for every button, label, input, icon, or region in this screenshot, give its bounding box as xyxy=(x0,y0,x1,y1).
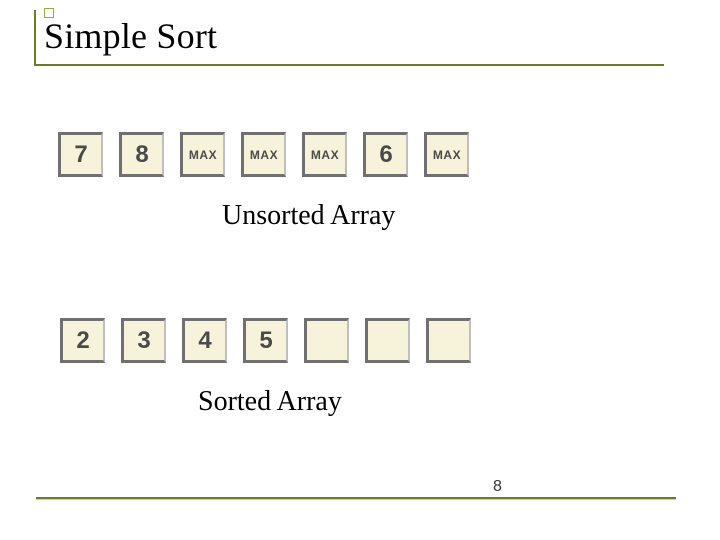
unsorted-caption: Unsorted Array xyxy=(222,200,395,232)
sorted-cell: 5 xyxy=(243,318,288,363)
sorted-cell-empty xyxy=(426,318,471,363)
unsorted-cell-max: MAX xyxy=(424,132,469,177)
sorted-cell: 2 xyxy=(60,318,105,363)
sorted-cell-empty xyxy=(304,318,349,363)
unsorted-cell: 8 xyxy=(119,132,164,177)
unsorted-cell: 7 xyxy=(58,132,103,177)
unsorted-cell-max: MAX xyxy=(241,132,286,177)
slide-title: Simple Sort xyxy=(44,14,217,58)
unsorted-cell-max: MAX xyxy=(180,132,225,177)
title-rule-vertical xyxy=(34,10,36,64)
unsorted-array-row: 7 8 MAX MAX MAX 6 MAX xyxy=(58,132,469,177)
sorted-cell: 3 xyxy=(121,318,166,363)
page-number: 8 xyxy=(493,478,502,496)
unsorted-cell-max: MAX xyxy=(302,132,347,177)
unsorted-cell: 6 xyxy=(363,132,408,177)
sorted-array-row: 2 3 4 5 xyxy=(60,318,471,363)
title-rule-horizontal xyxy=(34,64,664,66)
footer-rule-shadow xyxy=(36,499,676,500)
sorted-caption: Sorted Array xyxy=(198,386,342,418)
sorted-cell-empty xyxy=(365,318,410,363)
sorted-cell: 4 xyxy=(182,318,227,363)
